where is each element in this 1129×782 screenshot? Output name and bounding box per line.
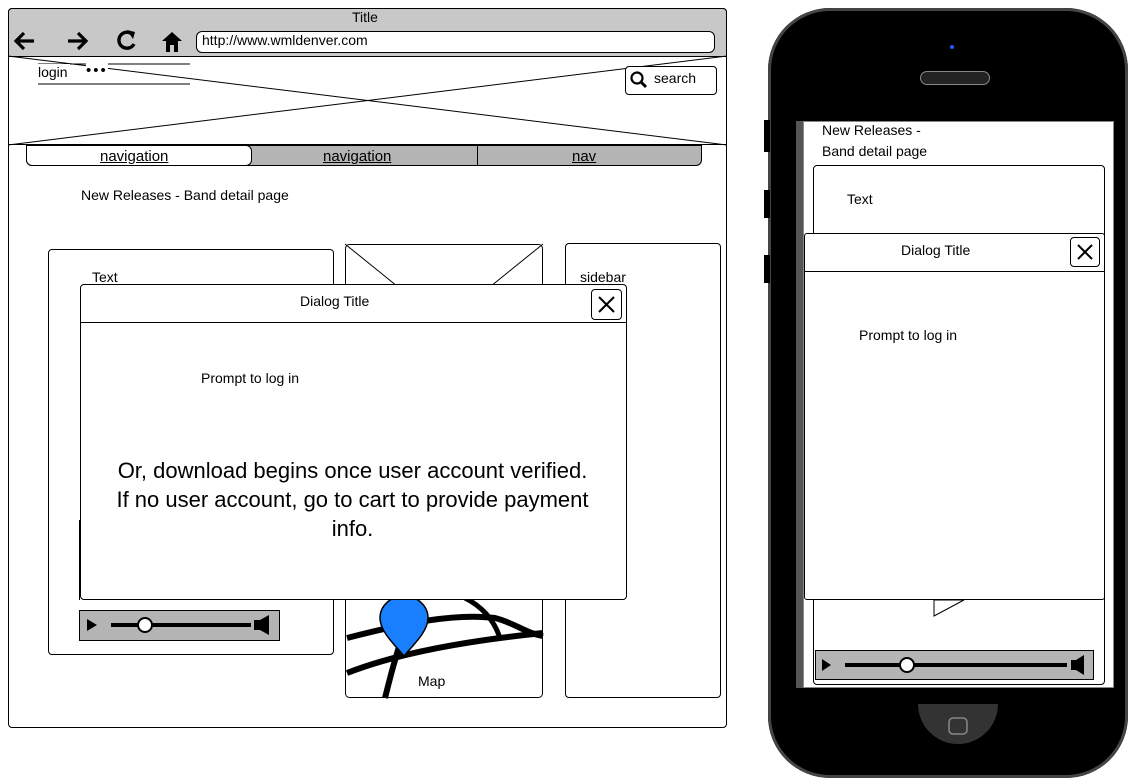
text-panel-label: Text: [92, 269, 118, 285]
phone-text-label: Text: [847, 191, 873, 207]
phone-play-icon: [933, 599, 965, 617]
reload-icon[interactable]: [115, 29, 141, 51]
close-icon: [1077, 244, 1093, 260]
close-icon: [598, 296, 615, 313]
map-label: Map: [418, 673, 446, 689]
nav-divider: [477, 145, 478, 166]
dialog-prompt: Prompt to log in: [201, 370, 300, 386]
nav-item-2-label[interactable]: navigation: [323, 148, 391, 165]
page-heading: New Releases - Band detail page: [81, 187, 289, 203]
phone-dialog-prompt: Prompt to log in: [859, 327, 958, 343]
search-icon: [630, 71, 648, 89]
login-dialog: [80, 284, 627, 600]
url-text: http://www.wmldenver.com: [202, 32, 368, 48]
phone-side-button-1: [764, 120, 770, 152]
back-arrow-icon[interactable]: [12, 30, 38, 52]
phone-camera: [950, 45, 954, 49]
phone-side-button-3: [764, 255, 770, 283]
login-link[interactable]: login: [36, 64, 70, 80]
home-icon[interactable]: [160, 30, 184, 52]
phone-screen-edge: [796, 121, 803, 688]
phone-side-button-2: [764, 190, 770, 218]
phone-dialog-title: Dialog Title: [901, 242, 971, 258]
dialog-body-text: Or, download begins once user account ve…: [116, 458, 589, 541]
search-label: search: [654, 70, 697, 86]
phone-heading-line-1: New Releases -: [822, 122, 921, 138]
phone-dialog-title-divider: [804, 271, 1105, 272]
media-player-controls[interactable]: [79, 610, 280, 641]
login-more-dots[interactable]: •••: [86, 62, 108, 79]
phone-media-player-controls[interactable]: [815, 650, 1094, 680]
phone-login-dialog: [804, 233, 1105, 600]
nav-item-1-label: navigation: [100, 148, 169, 165]
phone-heading-line-2: Band detail page: [822, 143, 928, 159]
dialog-title-divider: [80, 322, 627, 323]
map-pin-icon: [379, 595, 429, 658]
forward-arrow-icon[interactable]: [66, 30, 92, 52]
dialog-title: Dialog Title: [300, 293, 370, 309]
phone-home-button[interactable]: [913, 700, 1003, 760]
window-title: Title: [352, 9, 378, 25]
phone-speaker: [920, 71, 990, 85]
header-image-placeholder: [7, 55, 728, 146]
nav-item-3-label[interactable]: nav: [572, 148, 596, 165]
sidebar-label: sidebar: [580, 269, 626, 285]
